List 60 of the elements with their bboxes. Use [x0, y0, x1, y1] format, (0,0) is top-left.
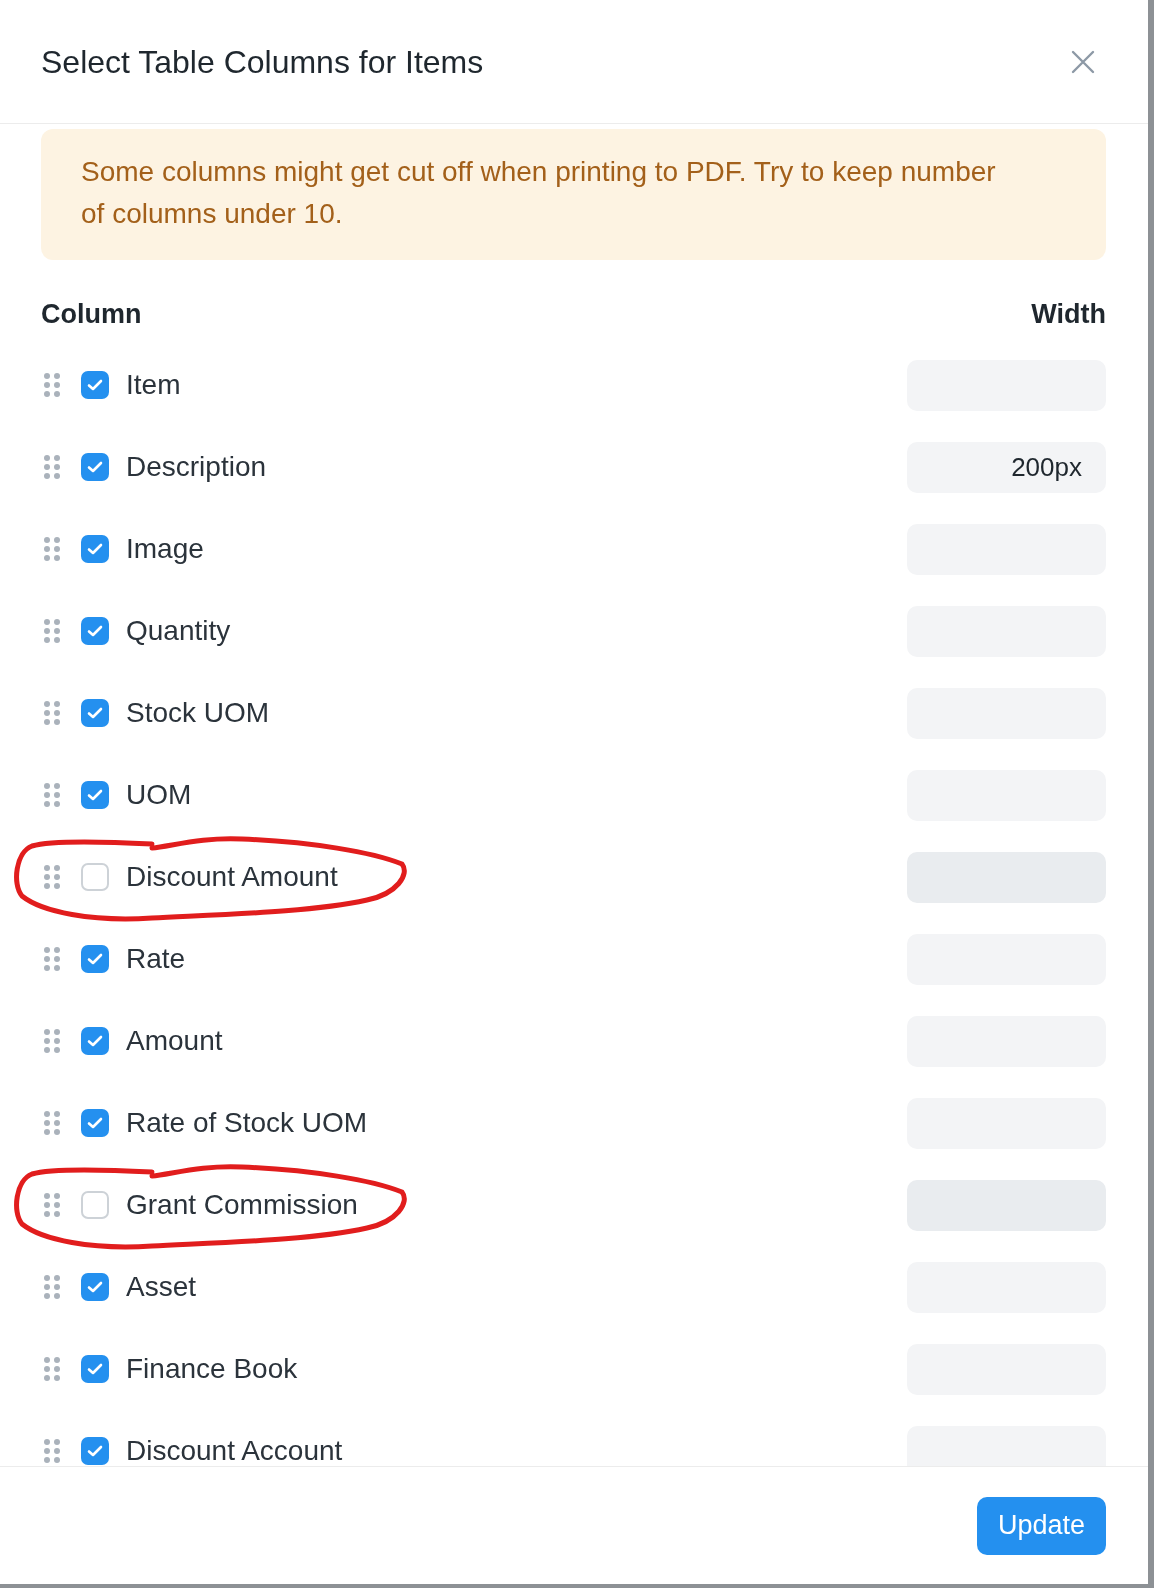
check-icon: [87, 1117, 103, 1129]
alert-text: Some columns might get cut off when printing to PDF. Try to keep number of columns under 10.: [81, 155, 997, 231]
checkbox[interactable]: [81, 781, 109, 809]
drag-handle-icon[interactable]: [44, 783, 60, 807]
column-label: Discount Account: [126, 1437, 343, 1465]
checkbox[interactable]: [81, 945, 109, 973]
column-label: Discount Amount: [126, 863, 338, 891]
drag-handle-icon[interactable]: [44, 1029, 60, 1053]
width-input[interactable]: 200px: [907, 441, 1106, 493]
column-label: Amount: [126, 1027, 223, 1055]
check-icon: [87, 1281, 103, 1293]
checkbox[interactable]: [81, 1027, 109, 1055]
check-icon: [87, 789, 103, 801]
column-label: Image: [126, 535, 204, 563]
check-icon: [87, 1035, 103, 1047]
column-label: Rate: [126, 945, 186, 973]
dialog-title: Select Table Columns for Items: [41, 42, 484, 82]
drag-handle-icon[interactable]: [44, 1111, 60, 1135]
drag-handle-icon[interactable]: [44, 1193, 60, 1217]
drag-handle-icon[interactable]: [44, 701, 60, 725]
checkbox[interactable]: [81, 453, 109, 481]
check-icon: [87, 1363, 103, 1375]
checkbox[interactable]: [81, 1437, 109, 1465]
checkbox[interactable]: [81, 535, 109, 563]
drag-handle-icon[interactable]: [44, 865, 60, 889]
column-label: Finance Book: [126, 1355, 298, 1383]
check-icon: [87, 625, 103, 637]
drag-handle-icon[interactable]: [44, 1275, 60, 1299]
column-header: Width: [1031, 297, 1106, 331]
column-label: Item: [126, 371, 181, 399]
drag-handle-icon[interactable]: [44, 537, 60, 561]
column-label: Quantity: [126, 617, 231, 645]
drag-handle-icon[interactable]: [44, 619, 60, 643]
checkbox[interactable]: [81, 617, 109, 645]
drag-handle-icon[interactable]: [44, 1357, 60, 1381]
checkbox[interactable]: [81, 1191, 109, 1219]
checkbox[interactable]: [81, 371, 109, 399]
column-label: UOM: [126, 781, 192, 809]
check-icon: [87, 379, 103, 391]
column-label: Stock UOM: [126, 699, 270, 727]
drag-handle-icon[interactable]: [44, 1439, 60, 1463]
checkbox[interactable]: [81, 863, 109, 891]
check-icon: [87, 461, 103, 473]
drag-handle-icon[interactable]: [44, 947, 60, 971]
checkbox[interactable]: [81, 699, 109, 727]
column-label: Grant Commission: [126, 1191, 358, 1219]
close-icon: [1071, 49, 1095, 74]
column-label: Rate of Stock UOM: [126, 1109, 368, 1137]
check-icon: [87, 707, 103, 719]
check-icon: [87, 543, 103, 555]
checkbox[interactable]: [81, 1109, 109, 1137]
column-label: Asset: [126, 1273, 197, 1301]
drag-handle-icon[interactable]: [44, 373, 60, 397]
column-label: Description: [126, 453, 267, 481]
checkbox[interactable]: [81, 1273, 109, 1301]
column-header: Column: [41, 297, 142, 331]
check-icon: [87, 1445, 103, 1457]
drag-handle-icon[interactable]: [44, 455, 60, 479]
check-icon: [87, 953, 103, 965]
checkbox[interactable]: [81, 1355, 109, 1383]
